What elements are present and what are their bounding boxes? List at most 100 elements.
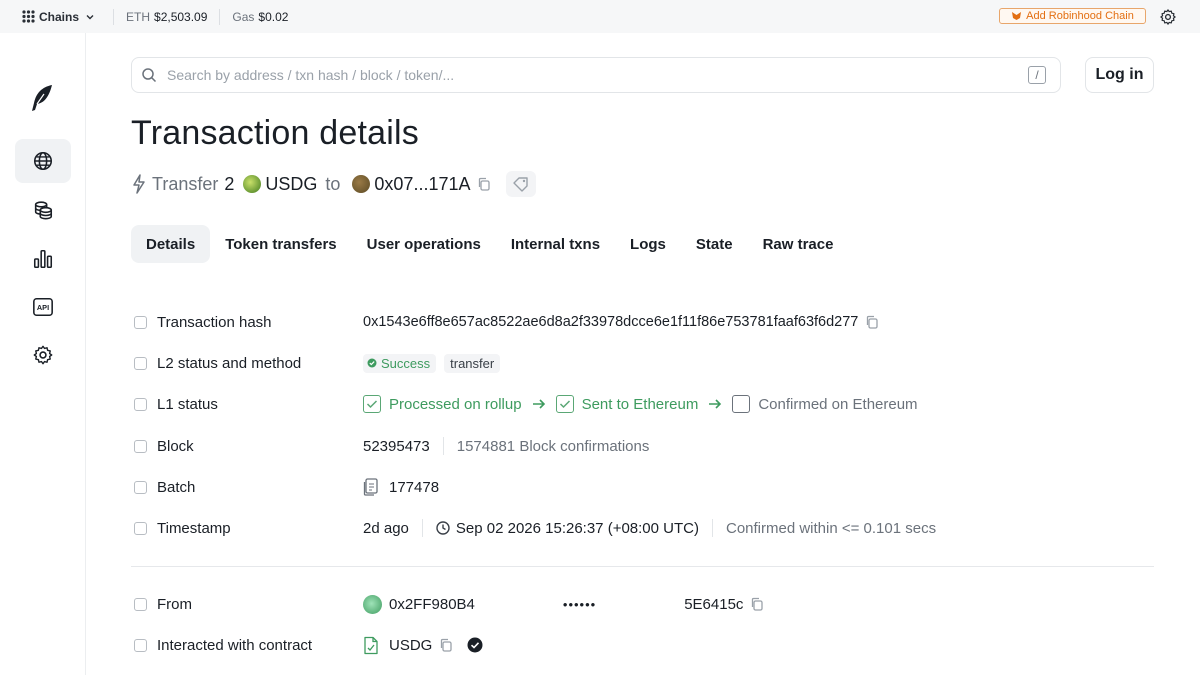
timestamp-full: Sep 02 2026 15:26:37 (+08:00 UTC) — [455, 519, 699, 537]
tab-raw-trace[interactable]: Raw trace — [748, 225, 849, 263]
timestamp-confirmed: Confirmed within <= 0.101 secs — [725, 519, 937, 537]
tab-details[interactable]: Details — [131, 225, 211, 263]
l1-step-confirmed: Confirmed on Ethereum — [758, 395, 918, 413]
search-shortcut-hint: / — [1028, 66, 1046, 84]
grid-icon — [22, 10, 35, 23]
success-check-icon — [367, 358, 377, 368]
copy-icon[interactable] — [439, 638, 453, 652]
row-block: Block 52395473 1574881 Block confirmatio… — [131, 435, 649, 457]
from-address-masked: •••••• — [562, 596, 597, 612]
globe-icon — [33, 151, 53, 171]
timestamp-ago: 2d ago — [363, 519, 409, 537]
section-divider — [131, 566, 1154, 567]
eth-price: $2,503.09 — [154, 9, 208, 24]
add-robinhood-chain-button[interactable]: Add Robinhood Chain — [999, 8, 1146, 24]
from-address-end[interactable]: 5E6415c — [684, 596, 743, 613]
divider — [442, 437, 444, 455]
api-icon: API — [33, 297, 53, 317]
transaction-summary: Transfer 2 USDG to 0x07...171A — [132, 171, 537, 197]
api-icon-text: API — [37, 303, 49, 312]
info-icon[interactable] — [134, 356, 147, 370]
divider — [113, 8, 115, 25]
from-address-start[interactable]: 0x2FF980B4 — [389, 596, 475, 613]
from-avatar-icon — [363, 594, 382, 614]
field-label: L2 status and method — [157, 354, 302, 372]
gas-price: $0.02 — [258, 9, 289, 24]
copy-icon[interactable] — [865, 315, 879, 329]
chevron-down-icon — [86, 14, 94, 19]
field-label: From — [157, 595, 192, 613]
search-bar[interactable]: Search by address / txn hash / block / t… — [131, 57, 1061, 93]
divider — [711, 519, 713, 537]
add-chain-label: Add Robinhood Chain — [1026, 10, 1134, 22]
search-placeholder: Search by address / txn hash / block / t… — [167, 67, 455, 83]
info-icon[interactable] — [134, 638, 147, 652]
chains-dropdown[interactable]: Chains — [22, 10, 95, 24]
coins-icon — [34, 201, 53, 220]
page-title: Transaction details — [131, 114, 419, 152]
field-label: Timestamp — [157, 519, 231, 537]
summary-amount: 2 — [224, 173, 235, 194]
sidebar-item-charts[interactable] — [15, 237, 71, 281]
search-icon — [142, 68, 157, 83]
lightning-icon — [133, 174, 145, 194]
summary-to: to — [325, 173, 341, 194]
summary-token[interactable]: USDG — [265, 174, 317, 195]
sidebar-item-blockchain[interactable] — [15, 139, 71, 183]
row-transaction-hash: Transaction hash 0x1543e6ff8e657ac8522ae… — [131, 311, 879, 333]
transaction-hash-value: 0x1543e6ff8e657ac8522ae6d8a2f33978dcce6e… — [363, 314, 859, 330]
info-icon[interactable] — [134, 397, 147, 411]
field-label: Transaction hash — [157, 313, 272, 331]
sidebar-item-api[interactable]: API — [15, 285, 71, 329]
row-timestamp: Timestamp 2d ago Sep 02 2026 15:26:37 (+… — [131, 517, 936, 539]
chains-label: Chains — [39, 9, 80, 24]
batch-number-link[interactable]: 177478 — [389, 479, 439, 496]
checkbox-checked-icon — [363, 395, 381, 413]
batch-icon — [363, 478, 378, 496]
tab-state[interactable]: State — [681, 225, 748, 263]
row-l2-status: L2 status and method Success transfer — [131, 352, 501, 374]
verified-check-icon — [467, 637, 483, 653]
field-label: Interacted with contract — [157, 636, 313, 654]
divider — [219, 8, 221, 25]
summary-recipient[interactable]: 0x07...171A — [374, 174, 470, 195]
contract-name-link[interactable]: USDG — [389, 637, 432, 654]
copy-icon[interactable] — [477, 177, 491, 191]
copy-icon[interactable] — [750, 597, 764, 611]
tab-token-transfers[interactable]: Token transfers — [210, 225, 351, 263]
eth-label: ETH — [126, 9, 151, 24]
sidebar-item-tokens[interactable] — [15, 188, 71, 232]
info-icon[interactable] — [134, 315, 147, 329]
checkbox-empty-icon — [732, 395, 751, 413]
method-badge: transfer — [444, 353, 501, 373]
checkbox-checked-icon — [555, 395, 574, 413]
info-icon[interactable] — [134, 439, 147, 453]
tab-internal-txns[interactable]: Internal txns — [496, 225, 615, 263]
status-text: Success — [381, 355, 431, 371]
bar-chart-icon — [33, 249, 53, 269]
info-icon[interactable] — [134, 480, 147, 494]
metamask-icon — [1012, 12, 1022, 20]
contract-icon — [364, 636, 378, 654]
tab-user-operations[interactable]: User operations — [352, 225, 496, 263]
info-icon[interactable] — [134, 521, 147, 535]
feather-logo-icon[interactable] — [28, 83, 56, 113]
tab-logs[interactable]: Logs — [615, 225, 681, 263]
tab-bar: Details Token transfers User operations … — [131, 225, 848, 263]
row-from: From 0x2FF980B4 •••••• 5E6415c — [131, 593, 764, 615]
clock-icon — [436, 521, 450, 535]
field-label: L1 status — [157, 395, 218, 413]
sidebar-item-settings[interactable] — [15, 333, 71, 377]
field-label: Batch — [157, 478, 196, 496]
gear-icon[interactable] — [1159, 8, 1177, 26]
tag-icon — [513, 177, 529, 192]
block-number-link[interactable]: 52395473 — [363, 438, 430, 455]
row-interacted-with-contract: Interacted with contract USDG — [131, 634, 483, 656]
arrow-right-icon — [709, 399, 722, 409]
login-button[interactable]: Log in — [1085, 57, 1154, 93]
settings-icon — [33, 345, 53, 365]
summary-action: Transfer — [152, 173, 219, 194]
add-tag-button[interactable] — [506, 171, 537, 197]
recipient-avatar-icon — [352, 175, 371, 193]
info-icon[interactable] — [134, 597, 147, 611]
